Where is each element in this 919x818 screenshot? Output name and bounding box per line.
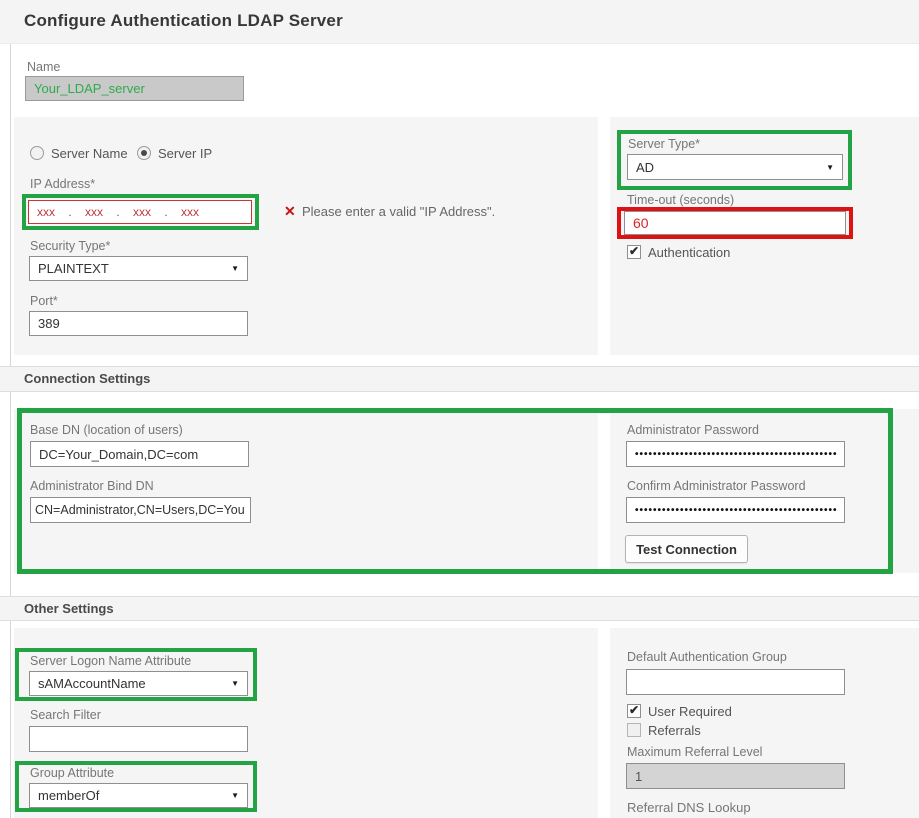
ip-address-label: IP Address* bbox=[30, 177, 95, 191]
chevron-down-icon: ▼ bbox=[231, 264, 239, 273]
server-name-radio-label: Server Name bbox=[51, 146, 128, 161]
ip-error-message: Please enter a valid "IP Address". bbox=[302, 204, 495, 219]
chevron-down-icon: ▼ bbox=[231, 791, 239, 800]
referrals-label: Referrals bbox=[648, 723, 701, 738]
security-type-select[interactable]: PLAINTEXT ▼ bbox=[29, 256, 248, 281]
port-input[interactable]: 389 bbox=[29, 311, 248, 336]
server-type-select[interactable]: AD ▼ bbox=[627, 154, 843, 180]
security-type-value: PLAINTEXT bbox=[38, 261, 109, 276]
radio-dot-icon bbox=[141, 150, 147, 156]
user-required-label: User Required bbox=[648, 704, 732, 719]
base-dn-input[interactable]: DC=Your_Domain,DC=com bbox=[30, 441, 249, 467]
referral-dns-label: Referral DNS Lookup bbox=[627, 800, 751, 815]
connection-settings-section-bar: Connection Settings bbox=[0, 366, 919, 392]
other-settings-section-bar: Other Settings bbox=[0, 596, 919, 621]
confirm-password-input[interactable]: ••••••••••••••••••••••••••••••••••••••••… bbox=[626, 497, 845, 523]
server-type-label: Server Type* bbox=[628, 137, 700, 151]
name-label: Name bbox=[27, 60, 60, 74]
max-referral-label: Maximum Referral Level bbox=[627, 745, 762, 759]
default-auth-group-input[interactable] bbox=[626, 669, 845, 695]
name-input[interactable]: Your_LDAP_server bbox=[25, 76, 244, 101]
chevron-down-icon: ▼ bbox=[826, 163, 834, 172]
page-title: Configure Authentication LDAP Server bbox=[24, 11, 343, 31]
configure-ldap-dialog: Configure Authentication LDAP Server Nam… bbox=[0, 0, 919, 818]
port-label: Port* bbox=[30, 294, 58, 308]
admin-password-input[interactable]: ••••••••••••••••••••••••••••••••••••••••… bbox=[626, 441, 845, 467]
max-referral-input[interactable]: 1 bbox=[626, 763, 845, 789]
bind-dn-label: Administrator Bind DN bbox=[30, 479, 154, 493]
other-settings-title: Other Settings bbox=[24, 601, 114, 616]
admin-password-label: Administrator Password bbox=[627, 423, 759, 437]
dialog-header: Configure Authentication LDAP Server bbox=[0, 0, 919, 44]
check-icon: ✔ bbox=[629, 245, 639, 257]
left-divider bbox=[10, 44, 11, 818]
authentication-label: Authentication bbox=[648, 245, 730, 260]
group-attribute-select[interactable]: memberOf ▼ bbox=[29, 783, 248, 808]
bind-dn-input[interactable]: CN=Administrator,CN=Users,DC=You bbox=[30, 497, 251, 523]
search-filter-input[interactable] bbox=[29, 726, 248, 752]
ip-address-input[interactable]: xxx . xxx . xxx . xxx bbox=[28, 200, 252, 224]
chevron-down-icon: ▼ bbox=[231, 679, 239, 688]
server-ip-radio-label: Server IP bbox=[158, 146, 212, 161]
base-dn-label: Base DN (location of users) bbox=[30, 423, 183, 437]
user-required-checkbox[interactable]: ✔ bbox=[627, 704, 641, 718]
server-logon-label: Server Logon Name Attribute bbox=[30, 654, 191, 668]
timeout-label: Time-out (seconds) bbox=[627, 193, 734, 207]
check-icon: ✔ bbox=[629, 704, 639, 716]
server-name-radio[interactable] bbox=[30, 146, 44, 160]
authentication-checkbox[interactable]: ✔ bbox=[627, 245, 641, 259]
server-ip-radio[interactable] bbox=[137, 146, 151, 160]
referrals-checkbox[interactable]: ✔ bbox=[627, 723, 641, 737]
search-filter-label: Search Filter bbox=[30, 708, 101, 722]
timeout-input[interactable]: 60 bbox=[624, 211, 846, 235]
server-logon-select[interactable]: sAMAccountName ▼ bbox=[29, 671, 248, 696]
test-connection-button[interactable]: Test Connection bbox=[625, 535, 748, 563]
default-auth-group-label: Default Authentication Group bbox=[627, 650, 787, 664]
group-attribute-value: memberOf bbox=[38, 788, 99, 803]
server-logon-value: sAMAccountName bbox=[38, 676, 146, 691]
security-type-label: Security Type* bbox=[30, 239, 110, 253]
connection-settings-title: Connection Settings bbox=[24, 371, 150, 386]
confirm-password-label: Confirm Administrator Password bbox=[627, 479, 806, 493]
server-type-value: AD bbox=[636, 160, 654, 175]
error-x-icon: ✕ bbox=[284, 203, 296, 220]
group-attribute-label: Group Attribute bbox=[30, 766, 114, 780]
